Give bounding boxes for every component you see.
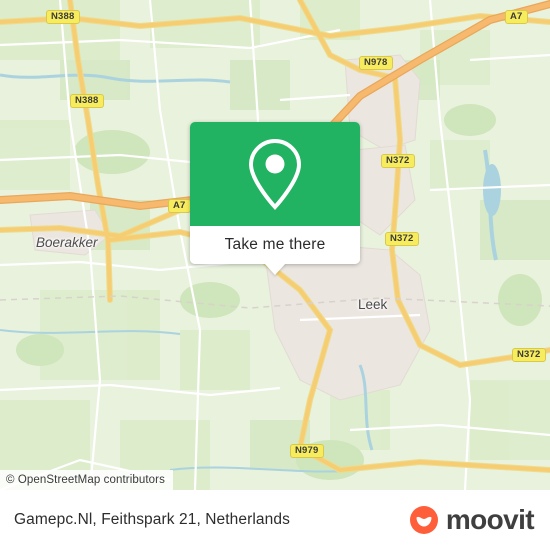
map-screenshot: N388 A7 N978 N388 N372 A7 N372 N372 N979…: [0, 0, 550, 550]
road-shield-n979: N979: [290, 444, 324, 458]
location-title: Gamepc.Nl, Feithspark 21, Netherlands: [14, 511, 290, 528]
road-shield-n978: N978: [359, 56, 393, 70]
road-shield-n372-mid: N372: [385, 232, 419, 246]
place-label-boerakker: Boerakker: [36, 235, 98, 250]
footer-bar: Gamepc.Nl, Feithspark 21, Netherlands mo…: [0, 490, 550, 550]
road-shield-a7-west: A7: [168, 199, 191, 213]
map-attribution[interactable]: © OpenStreetMap contributors: [0, 470, 173, 490]
moovit-wordmark: moovit: [445, 504, 535, 535]
callout-tail: [264, 263, 286, 275]
callout-pin-area: [190, 122, 360, 226]
map-canvas[interactable]: N388 A7 N978 N388 N372 A7 N372 N372 N979…: [0, 0, 550, 490]
map-pin-icon: [248, 138, 302, 210]
road-shield-a7-northeast: A7: [505, 10, 528, 24]
moovit-branding[interactable]: moovit: [409, 504, 535, 536]
place-label-leek: Leek: [358, 297, 388, 312]
road-shield-n372-east: N372: [512, 348, 546, 362]
callout-action-bar[interactable]: Take me there: [190, 226, 360, 275]
road-shield-n372-north: N372: [381, 154, 415, 168]
road-shield-n388-west: N388: [70, 94, 104, 108]
take-me-there-label: Take me there: [224, 236, 326, 253]
road-shield-n388-north: N388: [46, 10, 80, 24]
moovit-logo-icon: [409, 506, 438, 534]
location-callout[interactable]: Take me there: [190, 122, 360, 275]
